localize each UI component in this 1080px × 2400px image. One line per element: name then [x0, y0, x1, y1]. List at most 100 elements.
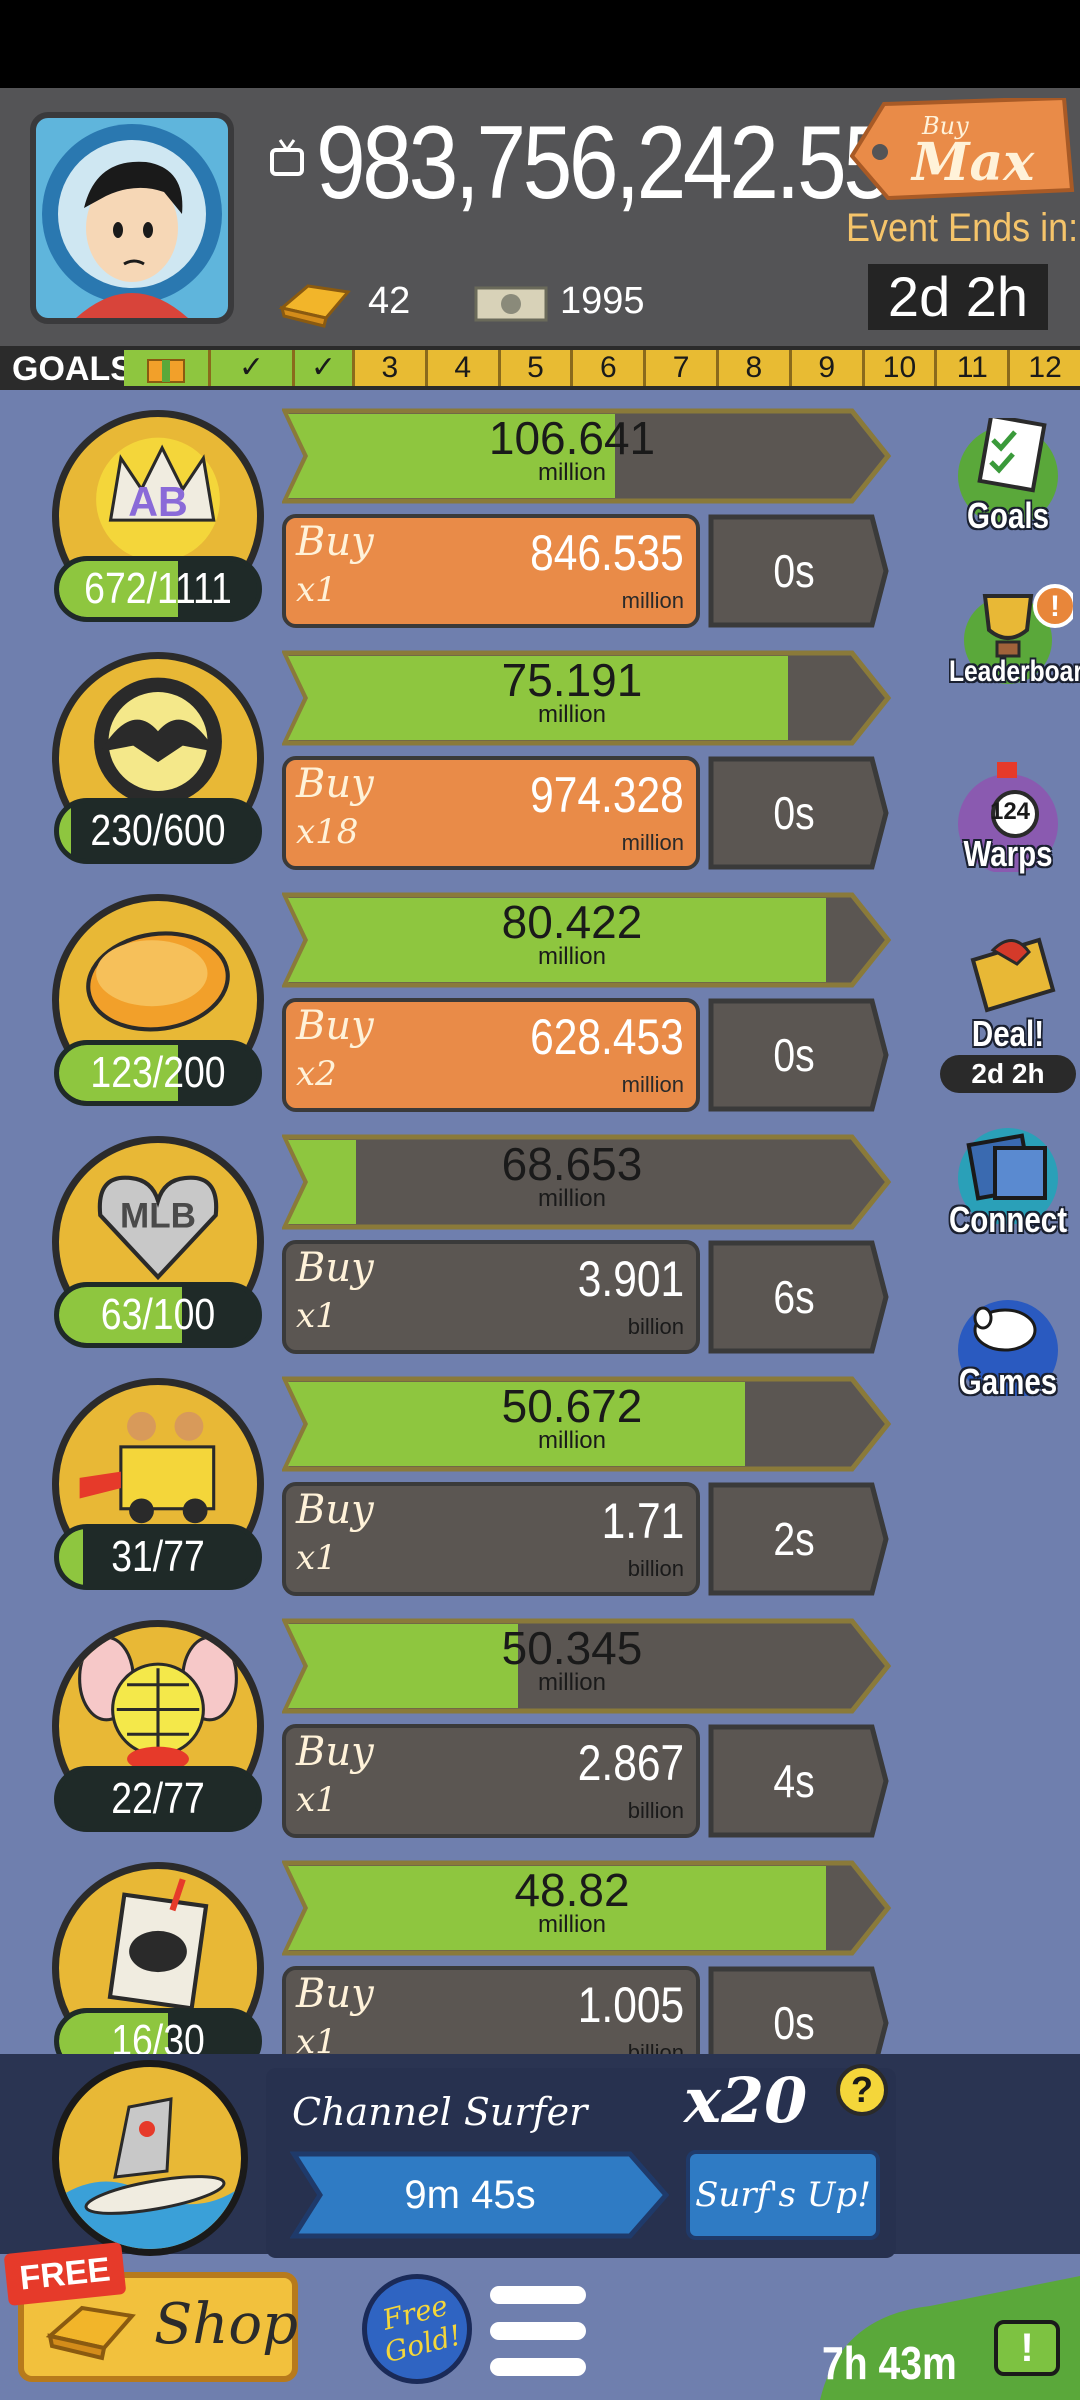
avatar[interactable] — [30, 112, 234, 324]
surfer-medal[interactable] — [52, 2060, 248, 2256]
goal-number: 4 — [424, 350, 498, 386]
goal-number: 6 — [570, 350, 643, 386]
buy-button[interactable]: Buy x1 846.535 million — [282, 514, 700, 628]
goal-number: 7 — [643, 350, 716, 386]
profit-text: 48.82 million — [282, 1864, 862, 1938]
buy-button[interactable]: Buy x18 974.328 million — [282, 756, 700, 870]
profit-value: 75.191 — [501, 654, 643, 706]
goals-side-button[interactable]: Goals — [936, 413, 1080, 537]
goal-number: 10 — [861, 350, 935, 386]
profit-text: 75.191 million — [282, 654, 862, 727]
tv-icon — [270, 138, 304, 176]
buy-max-button[interactable]: Buy Max — [850, 98, 1076, 200]
buy-price: 2.867 — [577, 1735, 684, 1791]
gold-bar-icon — [46, 2305, 136, 2361]
goal-number: 11 — [934, 350, 1007, 386]
cycle-timer: 4s — [773, 1755, 815, 1807]
gold-bar-icon — [278, 278, 352, 333]
buy-multiplier: x1 — [296, 1538, 337, 1578]
profit-value: 68.653 — [501, 1138, 643, 1190]
buy-button[interactable]: Buy x2 628.453 million — [282, 998, 700, 1112]
buy-price: 846.535 — [530, 525, 684, 581]
header: 983,756,242.55 Buy Max Event Ends in: 2d… — [0, 88, 1080, 350]
buy-label: Buy — [296, 1245, 374, 1291]
profit-unit: million — [537, 1185, 606, 1212]
free-gold-label: Free Gold! — [379, 2288, 465, 2370]
menu-button[interactable] — [490, 2286, 586, 2376]
profit-text: 50.672 million — [282, 1380, 862, 1454]
profit-text: 106.641 million — [282, 414, 862, 486]
profit-unit: million — [537, 1911, 606, 1938]
profit-unit: million — [537, 1427, 606, 1454]
buy-label: Buy — [296, 761, 374, 807]
buy-multiplier: x2 — [296, 1054, 337, 1094]
buy-price-unit: million — [621, 830, 684, 855]
profit-value: 80.422 — [501, 896, 643, 948]
buy-max-label: Max — [912, 132, 1035, 193]
cycle-timer: 2s — [773, 1513, 815, 1565]
goal-check-icon: ✓ — [292, 350, 352, 386]
goal-number: 3 — [352, 350, 425, 386]
bill-count: 1995 — [560, 280, 645, 322]
business-row: AB 672/1111 106.641 million Buy x1 846.535 mill… — [0, 406, 1080, 648]
buy-button[interactable]: Buy x1 3.901 billion — [282, 1240, 700, 1354]
connect-label: Connect — [948, 1199, 1068, 1240]
warps-label: Warps — [963, 833, 1053, 874]
profit-unit: million — [537, 459, 606, 486]
owned-count: 230/600 — [90, 806, 226, 855]
business-row: MLB 63/100 68.653 million Buy x1 3.901 billion 6… — [0, 1132, 1080, 1374]
channel-surfer-timer: 9m 45s — [404, 2173, 536, 2217]
buy-price: 1.005 — [577, 1977, 684, 2033]
event-timer: 2d 2h — [868, 264, 1048, 330]
business-row: 230/600 75.191 million Buy x18 974.328 million… — [0, 648, 1080, 890]
owned-count-pill: 672/1111 — [54, 556, 262, 622]
goals-strip: ✓ ✓ 3 4 5 6 7 8 9 10 11 12 — [124, 350, 1080, 386]
buy-multiplier: x1 — [296, 1780, 337, 1820]
profit-value: 50.672 — [501, 1380, 643, 1432]
owned-count-pill: 22/77 — [54, 1766, 262, 1832]
buy-label: Buy — [296, 1729, 374, 1775]
gift-icon — [970, 937, 1056, 1013]
owned-count: 63/100 — [100, 1290, 216, 1339]
goal-number: 12 — [1007, 350, 1080, 386]
owned-count-pill: 230/600 — [54, 798, 262, 864]
buy-multiplier: x1 — [296, 570, 337, 610]
surfs-up-button[interactable]: Surf's Up! — [686, 2150, 880, 2240]
help-icon[interactable]: ? — [836, 2064, 888, 2116]
games-button[interactable]: Games — [936, 1296, 1080, 1403]
buy-multiplier: x18 — [296, 812, 359, 852]
buy-price-unit: billion — [627, 1798, 684, 1823]
buy-price: 3.901 — [577, 1251, 684, 1307]
goal-gift-icon — [124, 350, 208, 386]
profit-value: 50.345 — [501, 1622, 643, 1674]
menu-icon — [490, 2286, 586, 2304]
profit-text: 68.653 million — [282, 1138, 862, 1212]
svg-text:AB: AB — [128, 479, 188, 525]
menu-icon-line — [490, 2322, 586, 2340]
deal-button[interactable]: Deal! 2d 2h — [936, 930, 1080, 1093]
owned-count: 123/200 — [90, 1048, 226, 1097]
buy-price: 628.453 — [530, 1009, 684, 1065]
goal-number: 8 — [716, 350, 789, 386]
warps-button[interactable]: 124 Warps — [936, 762, 1080, 875]
leaderboard-button[interactable]: ! Leaderboard — [936, 584, 1080, 689]
deal-label: Deal! — [971, 1013, 1045, 1054]
svg-text:MLB: MLB — [120, 1197, 196, 1236]
profit-unit: million — [537, 943, 606, 970]
buy-label: Buy — [296, 1971, 374, 2017]
buy-price-unit: million — [621, 588, 684, 613]
tv-reward-icon[interactable]: ! — [994, 2320, 1060, 2376]
connect-button[interactable]: Connect — [936, 1124, 1080, 1241]
free-gold-button[interactable]: Free Gold! — [362, 2274, 472, 2384]
cash-amount: 983,756,242.55 — [316, 105, 893, 221]
owned-count-pill: 123/200 — [54, 1040, 262, 1106]
buy-button[interactable]: Buy x1 2.867 billion — [282, 1724, 700, 1838]
goal-number: 5 — [497, 350, 571, 386]
channel-surfer-multiplier: x20 — [684, 2064, 808, 2137]
buy-button[interactable]: Buy x1 1.71 billion — [282, 1482, 700, 1596]
shop-label: Shop — [154, 2292, 298, 2357]
profit-value: 48.82 — [514, 1864, 630, 1916]
cycle-timer: 0s — [773, 787, 815, 839]
deal-timer: 2d 2h — [940, 1055, 1076, 1093]
goals-bar[interactable]: GOALS ✓ ✓ 3 4 5 6 7 8 9 10 11 12 — [0, 346, 1080, 390]
